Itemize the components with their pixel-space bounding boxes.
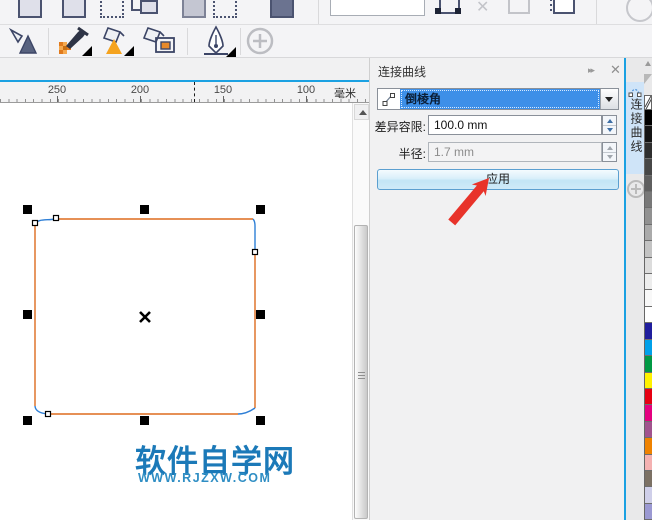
- color-swatch[interactable]: [645, 159, 652, 176]
- vertical-scrollbar[interactable]: [352, 103, 369, 520]
- toolbox: [0, 25, 652, 58]
- ruler-tick-label: 150: [213, 84, 233, 96]
- snap-nodes-icon[interactable]: [433, 0, 465, 22]
- scrollbar-thumb[interactable]: [354, 225, 368, 519]
- document-chrome: [0, 58, 370, 80]
- separator: [318, 0, 319, 24]
- ruler-major-tick: [223, 96, 224, 102]
- color-swatch[interactable]: [645, 323, 652, 340]
- color-swatch[interactable]: [645, 290, 652, 307]
- ruler-major-tick: [306, 96, 307, 102]
- fill-tool-icon[interactable]: [98, 26, 134, 56]
- docker-tab-strip: 连接曲线: [626, 58, 645, 520]
- ruler-major-tick: [140, 96, 141, 102]
- color-swatch[interactable]: [645, 487, 652, 504]
- palette-arrow-icon: [644, 74, 652, 84]
- no-color-swatch[interactable]: [644, 95, 652, 110]
- radius-spinner: [602, 142, 617, 162]
- color-swatch[interactable]: [645, 339, 652, 357]
- connect-curves-icon: [628, 88, 642, 97]
- radius-field: 1.7 mm: [428, 142, 602, 162]
- color-swatch[interactable]: [645, 224, 652, 242]
- color-swatch[interactable]: [645, 241, 652, 258]
- curve-nodes-icon: [378, 89, 400, 109]
- docker-title: 连接曲线: [378, 65, 427, 79]
- filled-box-icon[interactable]: [182, 0, 206, 18]
- horizontal-ruler[interactable]: 250 200 150 100 毫米: [0, 82, 370, 103]
- color-palette: [644, 58, 652, 520]
- tolerance-field[interactable]: 100.0 mm: [428, 115, 602, 135]
- color-swatch[interactable]: [645, 274, 652, 291]
- box-icon[interactable]: [18, 0, 42, 18]
- separator: [596, 0, 597, 24]
- tolerance-label: 差异容限:: [374, 120, 426, 134]
- color-swatch[interactable]: [645, 306, 652, 324]
- dashed-box-icon[interactable]: [100, 0, 124, 18]
- color-swatch[interactable]: [645, 110, 652, 127]
- ruler-tick-label: 200: [130, 84, 150, 96]
- spin-up-icon: [603, 143, 616, 153]
- add-docker-icon[interactable]: [627, 180, 645, 198]
- color-swatch[interactable]: [645, 438, 652, 455]
- overlap-rects-icon[interactable]: [131, 0, 161, 18]
- color-swatch[interactable]: [645, 388, 652, 406]
- ruler-tick-label: 250: [47, 84, 67, 96]
- box-icon[interactable]: [62, 0, 86, 18]
- smart-fill-tool-icon[interactable]: [8, 26, 42, 56]
- dropdown-selected-value: 倒棱角: [400, 89, 600, 109]
- collapse-docker-icon[interactable]: ▸▸: [588, 65, 595, 76]
- color-swatch[interactable]: [645, 470, 652, 488]
- spin-down-icon: [603, 153, 616, 162]
- color-swatch[interactable]: [645, 405, 652, 422]
- color-swatch[interactable]: [645, 503, 652, 520]
- separator: [48, 28, 49, 55]
- dashed-box-icon[interactable]: [213, 0, 237, 18]
- ruler-major-tick: [57, 96, 58, 102]
- spin-up-icon[interactable]: [603, 116, 616, 126]
- connect-curves-docker: 连接曲线 ▸▸ ✕ 倒棱角 差异容限: 100.0 mm 半径: 1.7 mm: [370, 58, 624, 520]
- dark-box-icon[interactable]: [270, 0, 294, 18]
- pen-tool-icon[interactable]: [196, 25, 236, 57]
- scroll-up-button[interactable]: [354, 104, 369, 120]
- apply-button[interactable]: 应用: [377, 169, 619, 190]
- separator: [187, 28, 188, 55]
- watermark-url: WWW.RJZXW.COM: [138, 471, 272, 485]
- center-x-marker: [139, 311, 151, 323]
- interactive-fill-tool-icon[interactable]: [140, 26, 180, 56]
- color-swatch[interactable]: [645, 126, 652, 143]
- color-swatch[interactable]: [645, 421, 652, 439]
- scrollbar-grip: [358, 372, 365, 380]
- app-window: ✕ 250 200 150 100 毫米 软件自学网 WWW.RJZXW.COM…: [0, 0, 652, 520]
- color-eyedropper-tool-icon[interactable]: [56, 26, 92, 56]
- tolerance-spinner[interactable]: [602, 115, 617, 135]
- property-input[interactable]: [330, 0, 425, 16]
- ruler-tick-label: 100: [296, 84, 316, 96]
- page-boundary-marker: [194, 82, 196, 102]
- dropdown-arrow-icon[interactable]: [600, 89, 618, 109]
- palette-scroll-up-icon[interactable]: [645, 61, 651, 66]
- color-palette-swatches: [644, 110, 652, 520]
- color-swatch[interactable]: [645, 175, 652, 193]
- add-tool-icon[interactable]: [246, 27, 274, 55]
- property-bar: ✕: [0, 0, 652, 25]
- color-swatch[interactable]: [645, 192, 652, 209]
- group-box-icon: [508, 0, 530, 14]
- ruler-unit-label: 毫米: [334, 88, 356, 100]
- separator: [240, 28, 241, 55]
- radius-label: 半径:: [398, 147, 426, 161]
- color-swatch[interactable]: [645, 208, 652, 225]
- help-icon[interactable]: [626, 0, 652, 22]
- color-swatch[interactable]: [645, 372, 652, 389]
- properties-icon[interactable]: [550, 0, 575, 14]
- drawing-canvas[interactable]: 软件自学网 WWW.RJZXW.COM: [0, 103, 352, 520]
- color-swatch[interactable]: [645, 257, 652, 275]
- color-swatch[interactable]: [645, 356, 652, 373]
- close-docker-icon[interactable]: ✕: [610, 62, 621, 78]
- delete-x-icon: ✕: [476, 0, 490, 16]
- spin-down-icon[interactable]: [603, 126, 616, 135]
- corner-type-dropdown[interactable]: 倒棱角: [377, 88, 619, 110]
- color-swatch[interactable]: [645, 142, 652, 160]
- tab-label[interactable]: 连接曲线: [628, 98, 645, 154]
- color-swatch[interactable]: [645, 454, 652, 471]
